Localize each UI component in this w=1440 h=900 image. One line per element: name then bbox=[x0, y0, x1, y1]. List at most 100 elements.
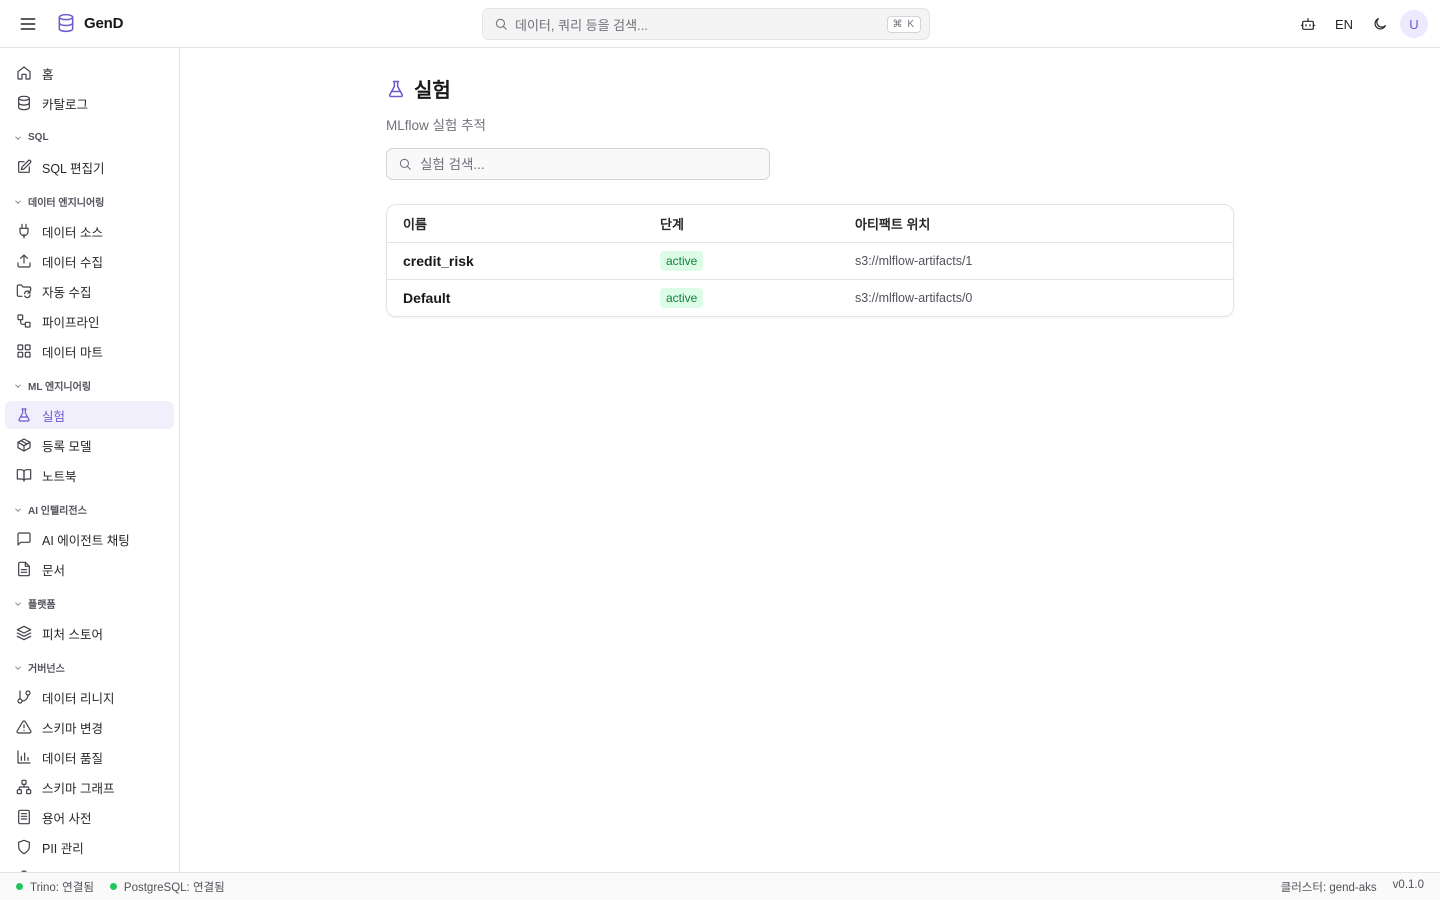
sidebar-item-home[interactable]: 홈 bbox=[5, 59, 174, 87]
book-icon bbox=[16, 467, 32, 483]
sidebar: 홈 카탈로그 SQL SQL 편집기 데이터 엔지니어링 데이터 소스 데이터 … bbox=[0, 48, 180, 886]
edit-icon bbox=[16, 159, 32, 175]
global-search-placeholder: 데이터, 쿼리 등을 검색... bbox=[515, 17, 648, 33]
experiment-search[interactable] bbox=[386, 148, 770, 180]
sidebar-item-label: SQL 편집기 bbox=[42, 161, 105, 176]
page-subtitle: MLflow 실험 추적 bbox=[386, 118, 486, 133]
chevron-down-icon bbox=[13, 197, 28, 207]
column-header-artifact-location[interactable]: 아티팩트 위치 bbox=[839, 205, 1233, 243]
database-icon bbox=[16, 95, 32, 111]
section-governance[interactable]: 거버넌스 bbox=[0, 659, 179, 676]
sidebar-item-label: 데이터 소스 bbox=[42, 225, 103, 240]
home-icon bbox=[16, 65, 32, 81]
column-header-name[interactable]: 이름 bbox=[387, 205, 644, 243]
bar-chart-icon bbox=[16, 749, 32, 765]
trino-status-text: Trino: 연결됨 bbox=[30, 881, 94, 894]
app-name: GenD bbox=[84, 14, 124, 32]
sidebar-item-auto-ingestion[interactable]: 자동 수집 bbox=[5, 277, 174, 305]
sidebar-item-experiments[interactable]: 실험 bbox=[5, 401, 174, 429]
moon-icon[interactable] bbox=[1366, 10, 1394, 38]
search-icon bbox=[398, 157, 412, 171]
git-branch-icon bbox=[16, 689, 32, 705]
chevron-down-icon bbox=[13, 599, 28, 609]
sidebar-item-schema-graph[interactable]: 스키마 그래프 bbox=[5, 773, 174, 801]
section-platform[interactable]: 플랫폼 bbox=[0, 595, 179, 612]
glossary-icon bbox=[16, 809, 32, 825]
sidebar-item-label: 실험 bbox=[42, 409, 66, 424]
status-badge: active bbox=[660, 287, 704, 308]
chat-icon bbox=[16, 531, 32, 547]
experiment-name-link[interactable]: credit_risk bbox=[403, 253, 474, 269]
table-row[interactable]: credit_risk active s3://mlflow-artifacts… bbox=[387, 242, 1233, 280]
experiment-name-link[interactable]: Default bbox=[403, 290, 450, 306]
flask-icon bbox=[386, 79, 406, 99]
grid-icon bbox=[16, 343, 32, 359]
sidebar-item-label: 스키마 그래프 bbox=[42, 781, 115, 796]
shield-icon bbox=[16, 839, 32, 855]
sidebar-item-catalog[interactable]: 카탈로그 bbox=[5, 89, 174, 117]
artifact-location: s3://mlflow-artifacts/1 bbox=[855, 253, 973, 268]
upload-icon bbox=[16, 253, 32, 269]
layers-icon bbox=[16, 625, 32, 641]
sidebar-item-data-sources[interactable]: 데이터 소스 bbox=[5, 217, 174, 245]
plug-icon bbox=[16, 223, 32, 239]
sidebar-item-sql-editor[interactable]: SQL 편집기 bbox=[5, 153, 174, 181]
section-title: 데이터 엔지니어링 bbox=[28, 198, 105, 209]
sidebar-item-label: 데이터 품질 bbox=[42, 751, 103, 766]
search-icon bbox=[494, 17, 508, 31]
sidebar-item-schema-changes[interactable]: 스키마 변경 bbox=[5, 713, 174, 741]
user-avatar[interactable]: U bbox=[1400, 10, 1428, 38]
sidebar-item-documents[interactable]: 문서 bbox=[5, 555, 174, 583]
sidebar-item-data-ingestion[interactable]: 데이터 수집 bbox=[5, 247, 174, 275]
network-icon bbox=[16, 779, 32, 795]
bot-icon[interactable] bbox=[1294, 10, 1322, 38]
sidebar-item-data-quality[interactable]: 데이터 품질 bbox=[5, 743, 174, 771]
section-ml-engineering[interactable]: ML 엔지니어링 bbox=[0, 377, 179, 394]
status-bar: Trino: 연결됨 PostgreSQL: 연결됨 클러스터: gend-ak… bbox=[0, 872, 1440, 900]
sidebar-item-label: 홈 bbox=[42, 67, 54, 82]
search-shortcut: ⌘ K bbox=[886, 15, 921, 33]
sidebar-item-data-mart[interactable]: 데이터 마트 bbox=[5, 337, 174, 365]
section-sql[interactable]: SQL bbox=[0, 129, 179, 146]
sidebar-item-label: 스키마 변경 bbox=[42, 721, 103, 736]
section-data-engineering[interactable]: 데이터 엔지니어링 bbox=[0, 193, 179, 210]
section-title: ML 엔지니어링 bbox=[28, 382, 92, 393]
sidebar-item-registered-models[interactable]: 등록 모델 bbox=[5, 431, 174, 459]
status-badge: active bbox=[660, 250, 704, 271]
sidebar-item-notebooks[interactable]: 노트북 bbox=[5, 461, 174, 489]
sidebar-item-label: 자동 수집 bbox=[42, 285, 92, 300]
warning-icon bbox=[16, 719, 32, 735]
experiment-search-input[interactable] bbox=[420, 156, 740, 172]
sidebar-item-label: 파이프라인 bbox=[42, 315, 100, 330]
database-logo-icon bbox=[56, 13, 76, 33]
table-row[interactable]: Default active s3://mlflow-artifacts/0 bbox=[387, 279, 1233, 316]
table-header-row: 이름 단계 아티팩트 위치 bbox=[387, 205, 1233, 243]
sidebar-item-pii-management[interactable]: PII 관리 bbox=[5, 833, 174, 861]
folder-sync-icon bbox=[16, 283, 32, 299]
section-ai-intelligence[interactable]: AI 인텔리전스 bbox=[0, 501, 179, 518]
section-title: AI 인텔리전스 bbox=[28, 506, 87, 517]
section-title: SQL bbox=[28, 132, 49, 143]
menu-icon[interactable] bbox=[18, 14, 38, 34]
sidebar-item-pipelines[interactable]: 파이프라인 bbox=[5, 307, 174, 335]
language-toggle[interactable]: EN bbox=[1322, 17, 1366, 32]
status-dot-icon bbox=[109, 883, 117, 890]
sidebar-item-data-lineage[interactable]: 데이터 리니지 bbox=[5, 683, 174, 711]
sidebar-item-feature-store[interactable]: 피처 스토어 bbox=[5, 619, 174, 647]
flask-icon bbox=[16, 407, 32, 423]
column-header-stage[interactable]: 단계 bbox=[644, 205, 839, 243]
experiments-table: 이름 단계 아티팩트 위치 credit_risk active s3://ml… bbox=[386, 204, 1234, 317]
workflow-icon bbox=[16, 313, 32, 329]
global-search[interactable]: 데이터, 쿼리 등을 검색... ⌘ K bbox=[482, 8, 930, 40]
sidebar-item-label: 데이터 리니지 bbox=[42, 691, 115, 706]
page-title: 실험 bbox=[414, 80, 451, 102]
package-icon bbox=[16, 437, 32, 453]
trino-status: Trino: 연결됨 bbox=[16, 879, 94, 895]
sidebar-item-ai-agent-chat[interactable]: AI 에이전트 채팅 bbox=[5, 525, 174, 553]
artifact-location: s3://mlflow-artifacts/0 bbox=[855, 290, 973, 305]
document-icon bbox=[16, 561, 32, 577]
app-logo[interactable]: GenD bbox=[56, 13, 123, 33]
sidebar-item-label: 데이터 마트 bbox=[42, 345, 103, 360]
sidebar-item-glossary[interactable]: 용어 사전 bbox=[5, 803, 174, 831]
cluster-name: 클러스터: gend-aks bbox=[1280, 881, 1377, 894]
